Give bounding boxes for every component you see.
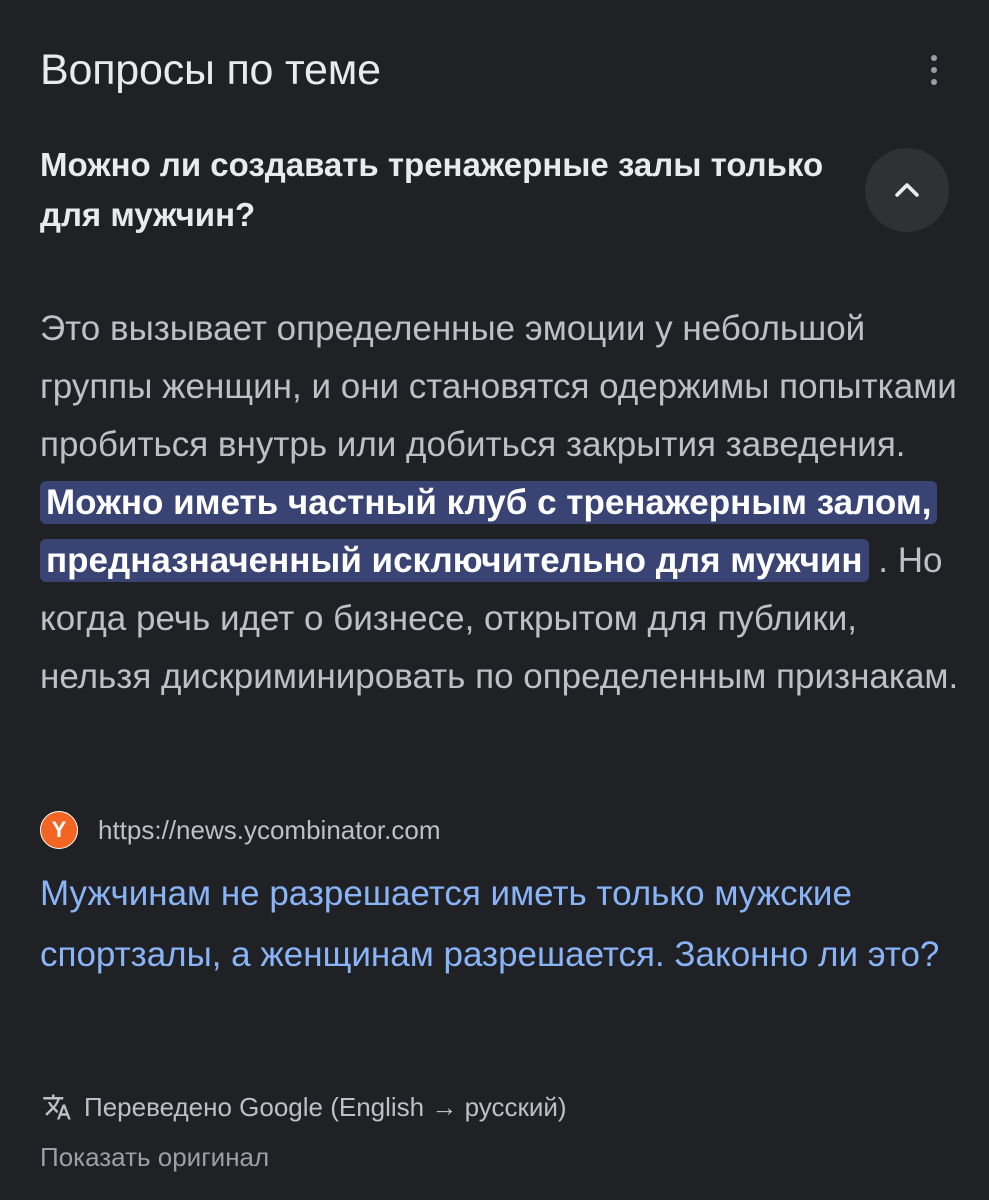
- answer-text: Это вызывает определенные эмоции у небол…: [40, 300, 960, 706]
- collapse-button[interactable]: [865, 148, 949, 232]
- source-row[interactable]: Y https://news.ycombinator.com: [40, 810, 440, 850]
- more-options-button[interactable]: [912, 48, 956, 92]
- translation-note: Переведено Google (English → русский): [40, 1090, 567, 1124]
- show-original-link[interactable]: Показать оригинал: [40, 1142, 269, 1173]
- translate-icon: [40, 1090, 74, 1124]
- chevron-up-icon: [895, 183, 919, 197]
- source-url[interactable]: https://news.ycombinator.com: [98, 815, 440, 846]
- answer-highlight: Можно иметь частный клуб с тренажерным з…: [40, 481, 938, 582]
- related-questions-panel: Вопросы по теме Можно ли создавать трена…: [0, 0, 989, 1200]
- answer-text-before: Это вызывает определенные эмоции у небол…: [40, 309, 957, 464]
- source-title-link[interactable]: Мужчинам не разрешается иметь только муж…: [40, 863, 960, 985]
- site-favicon: Y: [40, 811, 78, 849]
- more-vert-icon: [931, 55, 937, 61]
- translation-text: Переведено Google (English → русский): [84, 1091, 567, 1122]
- question-title[interactable]: Можно ли создавать тренажерные залы толь…: [40, 140, 840, 240]
- section-title: Вопросы по теме: [40, 46, 381, 94]
